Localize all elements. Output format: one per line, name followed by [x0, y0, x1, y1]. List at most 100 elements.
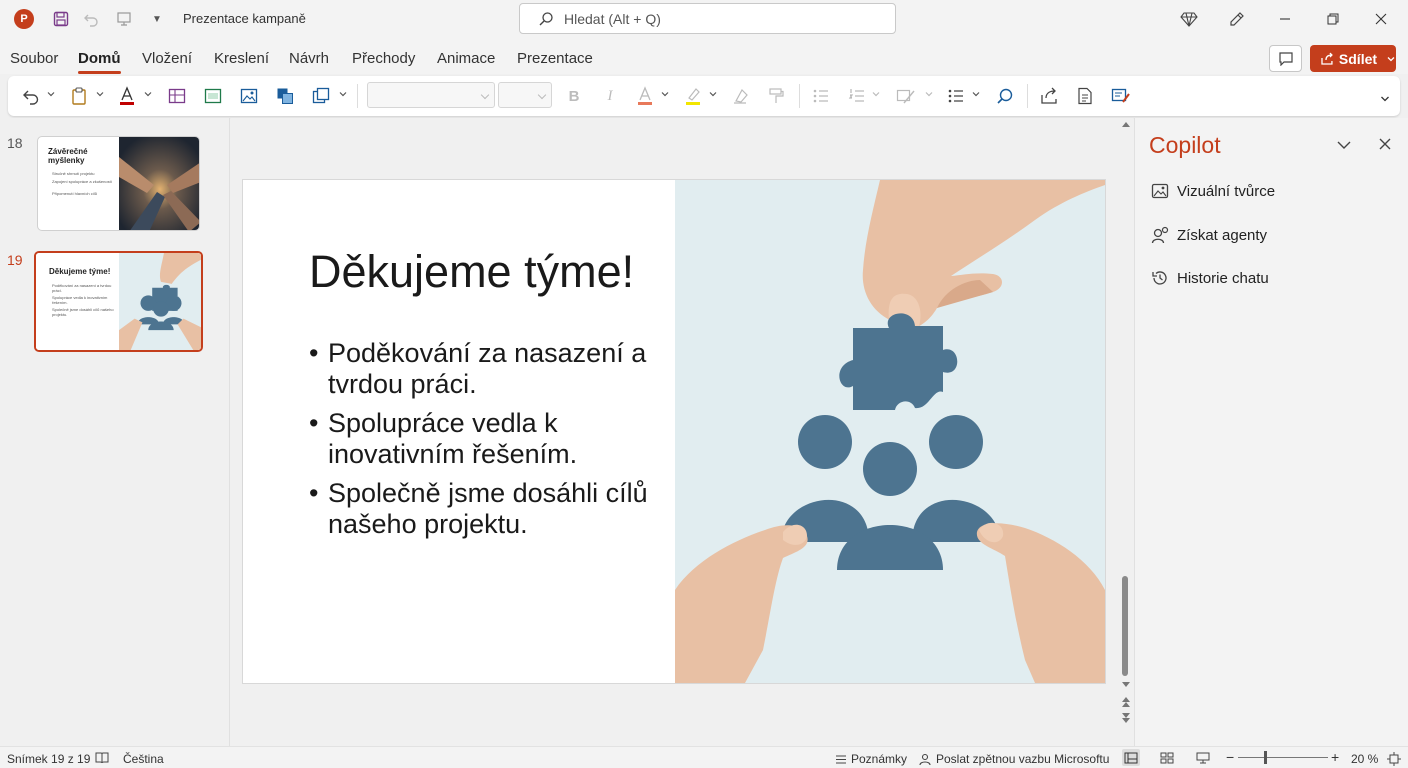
copilot-item-visual-creator[interactable]: Vizuální tvůrce — [1151, 182, 1275, 200]
chevron-down-icon[interactable] — [661, 90, 669, 98]
bold-icon[interactable]: B — [564, 84, 584, 108]
chevron-down-icon[interactable] — [96, 90, 104, 98]
copilot-item-get-agents[interactable]: Získat agenty — [1151, 226, 1267, 244]
tab-domu[interactable]: Domů — [78, 50, 121, 74]
spell-check-icon[interactable] — [95, 752, 109, 764]
bullet-item: Společně jsme dosáhli cílů našeho projek… — [309, 478, 679, 540]
find-icon[interactable] — [994, 84, 1016, 108]
image-create-icon — [1151, 183, 1169, 199]
restore-icon[interactable] — [1310, 4, 1356, 34]
previous-slide-icon[interactable] — [1121, 696, 1131, 708]
document-icon[interactable] — [1074, 84, 1096, 108]
scroll-up-arrow-icon[interactable] — [1121, 120, 1131, 128]
language-indicator[interactable]: Čeština — [123, 752, 164, 766]
clipboard-icon — [72, 87, 86, 105]
chevron-down-icon[interactable] — [339, 90, 347, 98]
copilot-item-chat-history[interactable]: Historie chatu — [1151, 269, 1269, 287]
ribbon-expand-chevron-icon[interactable] — [1380, 94, 1390, 104]
slide-vertical-scrollbar[interactable] — [1119, 118, 1133, 746]
scroll-down-arrow-icon[interactable] — [1121, 681, 1131, 689]
undo-icon — [23, 90, 39, 105]
reading-view-icon[interactable] — [1196, 752, 1210, 764]
puzzle-team-thumbnail — [119, 253, 201, 350]
pen-icon[interactable] — [1214, 4, 1260, 34]
tab-prezentace[interactable]: Prezentace — [517, 50, 593, 67]
tab-animace[interactable]: Animace — [437, 50, 495, 67]
convert-to-smartart-icon[interactable] — [894, 84, 918, 108]
undo-icon[interactable] — [80, 8, 102, 30]
slide-sorter-icon[interactable] — [1160, 752, 1174, 764]
new-slide-button[interactable] — [202, 84, 224, 108]
zoom-level[interactable]: 20 % — [1351, 752, 1378, 766]
bullets-icon[interactable] — [810, 84, 832, 108]
picture-button[interactable] — [238, 84, 260, 108]
notes-button[interactable]: Poznámky — [835, 752, 907, 766]
premium-diamond-icon[interactable] — [1166, 4, 1212, 34]
line-spacing-icon[interactable] — [945, 84, 967, 108]
tab-soubor[interactable]: Soubor — [10, 50, 58, 67]
scrollbar-thumb[interactable] — [1122, 576, 1128, 676]
chevron-down-icon[interactable] — [144, 90, 152, 98]
chevron-down-icon[interactable] — [972, 90, 980, 98]
tab-navrh[interactable]: Návrh — [289, 50, 329, 67]
format-painter-icon[interactable] — [765, 84, 787, 108]
feedback-icon — [919, 753, 931, 765]
shapes-button[interactable] — [274, 84, 296, 108]
arrange-button[interactable] — [310, 84, 332, 108]
comment-icon — [1278, 52, 1293, 66]
zoom-out-icon[interactable]: − — [1226, 749, 1234, 765]
slide-thumbnail-pane: 18 Závěrečné myšlenky Stručně shrnutí pr… — [0, 118, 230, 746]
puzzle-team-image[interactable] — [675, 180, 1105, 683]
numbering-icon[interactable] — [846, 84, 868, 108]
italic-icon[interactable]: I — [600, 84, 620, 108]
font-size-select[interactable] — [498, 82, 552, 108]
normal-view-icon[interactable] — [1122, 749, 1140, 766]
slide-thumbnail-19[interactable]: Děkujeme týme! Poděkování za nasazení a … — [34, 251, 203, 352]
customize-qat-chevron-icon[interactable]: ▼ — [146, 8, 168, 30]
slide-number: 18 — [7, 135, 23, 151]
undo-button[interactable] — [20, 84, 42, 108]
tab-vlozeni[interactable]: Vložení — [142, 50, 192, 67]
minimize-icon[interactable] — [1262, 4, 1308, 34]
slide-title[interactable]: Děkujeme týme! — [309, 246, 634, 298]
chevron-down-icon[interactable] — [47, 90, 55, 98]
comments-button[interactable] — [1269, 45, 1302, 72]
font-name-select[interactable] — [367, 82, 495, 108]
chevron-down-icon[interactable] — [1336, 139, 1352, 151]
close-icon[interactable] — [1358, 4, 1404, 34]
thumb-bullet: Poděkování za nasazení a tvrdou práci. — [52, 283, 112, 293]
font-color-button[interactable] — [116, 84, 138, 108]
chevron-down-icon[interactable] — [709, 90, 717, 98]
tab-kresleni[interactable]: Kreslení — [214, 50, 269, 67]
chevron-down-icon[interactable] — [872, 90, 880, 98]
share-button[interactable]: Sdílet — [1310, 45, 1396, 72]
feedback-button[interactable]: Poslat zpětnou vazbu Microsoftu — [919, 752, 1109, 766]
new-slide-icon — [204, 88, 222, 104]
search-box[interactable]: Hledat (Alt + Q) — [519, 3, 896, 34]
clear-formatting-icon[interactable] — [730, 84, 752, 108]
save-icon[interactable] — [50, 8, 72, 30]
text-color-icon — [638, 86, 652, 105]
fit-to-window-icon[interactable] — [1387, 752, 1401, 766]
start-from-beginning-icon[interactable] — [114, 8, 136, 30]
text-color-button[interactable] — [634, 84, 656, 108]
share-ribbon-icon[interactable] — [1038, 84, 1060, 108]
paste-button[interactable] — [68, 84, 90, 108]
slide-bullet-list[interactable]: Poděkování za nasazení a tvrdou práci. S… — [309, 338, 679, 548]
tab-prechody[interactable]: Přechody — [352, 50, 415, 67]
picture-icon — [240, 88, 258, 104]
slide-thumbnail-18[interactable]: Závěrečné myšlenky Stručně shrnutí proje… — [37, 136, 200, 231]
zoom-slider[interactable] — [1238, 757, 1328, 758]
thumb-bullet: Stručně shrnutí projektu — [52, 171, 95, 176]
zoom-slider-thumb[interactable] — [1264, 751, 1267, 764]
close-pane-icon[interactable] — [1378, 137, 1392, 151]
highlight-button[interactable] — [682, 84, 704, 108]
share-icon — [1321, 52, 1333, 65]
slide-canvas[interactable]: Děkujeme týme! Poděkování za nasazení a … — [243, 180, 1105, 683]
layout-button[interactable] — [166, 84, 188, 108]
chevron-down-icon[interactable] — [925, 90, 933, 98]
next-slide-icon[interactable] — [1121, 712, 1131, 724]
thumb-bullet: Spolupráce vedla k inovativním řešením. — [52, 295, 108, 305]
zoom-in-icon[interactable]: + — [1331, 749, 1339, 765]
designer-icon[interactable] — [1110, 84, 1132, 108]
